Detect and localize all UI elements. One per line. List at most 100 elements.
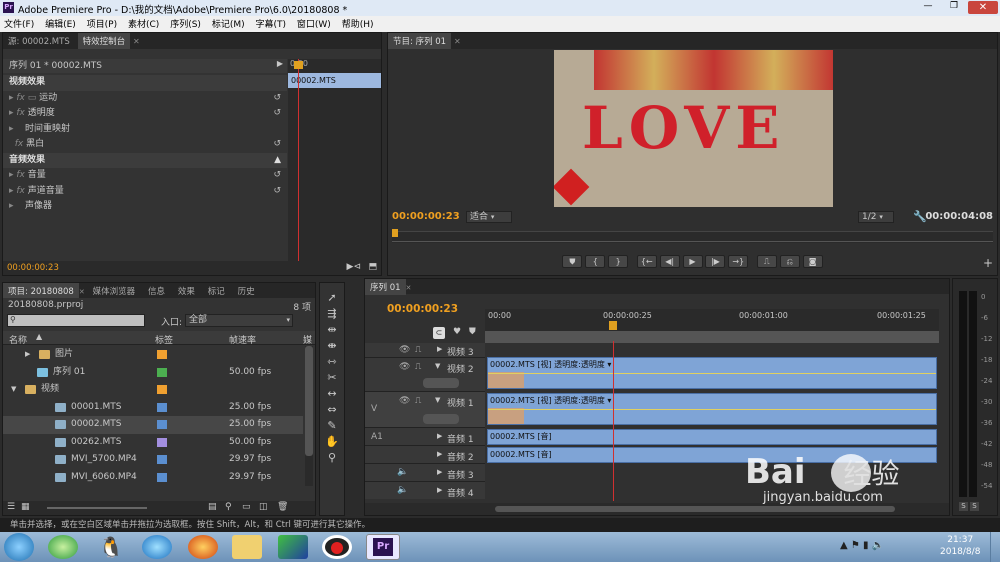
expand-icon[interactable]: ▶ [437,450,442,458]
eye-icon[interactable]: 👁 [399,345,410,355]
column-name[interactable]: 名称 [9,333,27,346]
tab-source[interactable]: 源: 00002.MTS [3,33,75,49]
column-media[interactable]: 媒 [303,333,312,346]
new-bin-icon[interactable]: ▭ [242,502,251,512]
add-marker-icon[interactable]: ⛊ [469,327,476,337]
extract-button[interactable]: ⎌ [779,255,800,268]
marker-icon[interactable]: ♥ [453,327,461,337]
maximize-button[interactable]: ❐ [942,1,966,14]
tab-program[interactable]: 节目: 序列 01 [388,33,452,49]
label-color-swatch[interactable] [157,402,167,412]
program-video-frame[interactable]: LOVE [554,50,833,207]
project-item-row[interactable]: 序列 01 50.00 fps [3,364,303,382]
track-header-a2[interactable]: ▶ 音频 2 [365,445,485,463]
zoom-tool-icon[interactable]: ⚲ [320,451,344,464]
project-search-input[interactable]: ⚲ [7,314,145,327]
taskbar-qq-icon[interactable]: 🐧 [96,535,126,559]
mini-playhead-handle[interactable] [294,61,303,69]
tab-media-browser[interactable]: 媒体浏览器 [88,283,141,298]
project-item-row[interactable]: 00262.MTS 50.00 fps [3,434,303,452]
timeline-ruler[interactable]: 00:00 00:00:00:25 00:00:01:00 00:00:01:2… [485,309,939,343]
collapse-icon[interactable]: ▼ [435,362,440,370]
column-label[interactable]: 标签 [155,333,173,346]
menu-marker[interactable]: 标记(M) [208,16,249,31]
collapse-icon[interactable]: ▼ [435,396,440,404]
slide-tool-icon[interactable]: ⇔ [320,403,344,416]
track-header-v2[interactable]: 👁 ⎍ ▼ 视频 2 [365,357,485,391]
track-select-tool-icon[interactable]: ⇶ [320,307,344,320]
sort-up-icon[interactable]: ▲ [36,332,42,341]
mark-out-button[interactable]: } [608,255,629,268]
play-button[interactable]: ▶ [682,255,703,268]
show-desktop-button[interactable] [990,532,1000,562]
menu-edit[interactable]: 编辑(E) [41,16,80,31]
track-header-a3[interactable]: 🔈 ▶ 音频 3 [365,463,485,481]
play-only-audio-icon[interactable]: ▶⊲ [347,262,361,272]
project-item-row[interactable]: 00002.MTS 25.00 fps [3,416,303,434]
menu-file[interactable]: 文件(F) [0,16,38,31]
project-item-row[interactable]: ▼ 视频 [3,381,303,399]
slip-tool-icon[interactable]: ↔ [320,387,344,400]
close-button[interactable]: ✕ [968,1,998,14]
close-tab-icon[interactable]: ✕ [79,288,85,296]
timeline-timecode[interactable]: 00:00:00:23 [387,303,458,315]
project-scrollbar[interactable] [305,346,313,486]
program-playhead[interactable] [392,229,398,237]
rolling-edit-tool-icon[interactable]: ⇼ [320,339,344,352]
label-color-swatch[interactable] [157,350,167,359]
track-header-v3[interactable]: 👁 ⎍ ▶ 视频 3 [365,343,485,358]
label-color-swatch[interactable] [157,367,167,377]
taskbar-app-green-icon[interactable] [48,535,78,559]
taskbar-premiere-button[interactable]: Pr [366,534,400,560]
toggle-effect-icon[interactable]: ⬒ [368,262,377,272]
menu-clip[interactable]: 素材(C) [124,16,163,31]
selection-tool-icon[interactable]: ➚ [320,291,344,304]
menu-help[interactable]: 帮助(H) [338,16,378,31]
hand-tool-icon[interactable]: ✋ [320,435,344,448]
reset-icon[interactable]: ↺ [273,137,281,152]
effect-row[interactable]: fx 黑白 ↺ [3,137,287,153]
tab-project[interactable]: 项目: 20180808 [3,283,79,298]
expand-icon[interactable]: ▶ [437,345,442,353]
video1-clip[interactable]: 00002.MTS [视] 透明度:透明度 ▾ [487,393,937,425]
quality-dropdown[interactable]: 1/2 ▾ [858,211,894,223]
column-frame-rate[interactable]: 帧速率 [229,333,256,346]
timeline-playhead-line[interactable] [613,341,614,501]
reset-icon[interactable]: ↺ [273,106,281,121]
folder-toggle-icon[interactable]: ▶ [25,346,30,363]
taskbar-media-icon[interactable] [278,535,308,559]
close-tab-icon[interactable]: ✕ [454,37,461,46]
taskbar-player-icon[interactable] [142,535,172,559]
menu-sequence[interactable]: 序列(S) [166,16,205,31]
timeline-playhead-handle[interactable] [609,321,617,330]
reset-icon[interactable]: ↺ [273,184,281,199]
minimize-button[interactable]: — [916,1,940,14]
eye-icon[interactable]: 👁 [399,362,410,372]
sync-lock-icon[interactable]: ⎍ [415,345,421,355]
tray-icons[interactable]: ▲ ⚑ ▮ 🔈 [840,540,884,551]
clear-icon[interactable]: 🗑 [277,502,288,512]
effect-row[interactable]: ▸ 声像器 [3,199,287,215]
expand-icon[interactable]: ▶ [437,432,442,440]
effect-row[interactable]: ▸ fx 音量 ↺ [3,168,287,184]
label-color-swatch[interactable] [157,385,167,394]
taskbar-record-icon[interactable] [322,535,352,559]
go-to-in-button[interactable]: {← [636,255,657,268]
program-scrub-bar[interactable] [392,229,993,243]
opacity-line[interactable] [488,409,936,410]
lift-button[interactable]: ⎍ [756,255,777,268]
pen-tool-icon[interactable]: ✎ [320,419,344,432]
go-to-out-button[interactable]: →} [728,255,749,268]
taskbar-firefox-icon[interactable] [188,535,218,559]
start-button[interactable] [4,533,34,561]
project-item-row[interactable]: MVI_5700.MP4 29.97 fps [3,451,303,469]
play-audio-icon[interactable]: ▶ [277,59,283,68]
add-button-icon[interactable]: + [983,256,993,270]
source-v-label[interactable]: V [371,404,377,414]
reset-icon[interactable]: ↺ [273,168,281,183]
step-forward-button[interactable]: |▶ [705,255,726,268]
collapse-icon[interactable]: ▲ [274,153,281,168]
tab-history[interactable]: 历史 [233,283,260,298]
step-back-button[interactable]: ◀| [659,255,680,268]
menu-title[interactable]: 字幕(T) [251,16,290,31]
